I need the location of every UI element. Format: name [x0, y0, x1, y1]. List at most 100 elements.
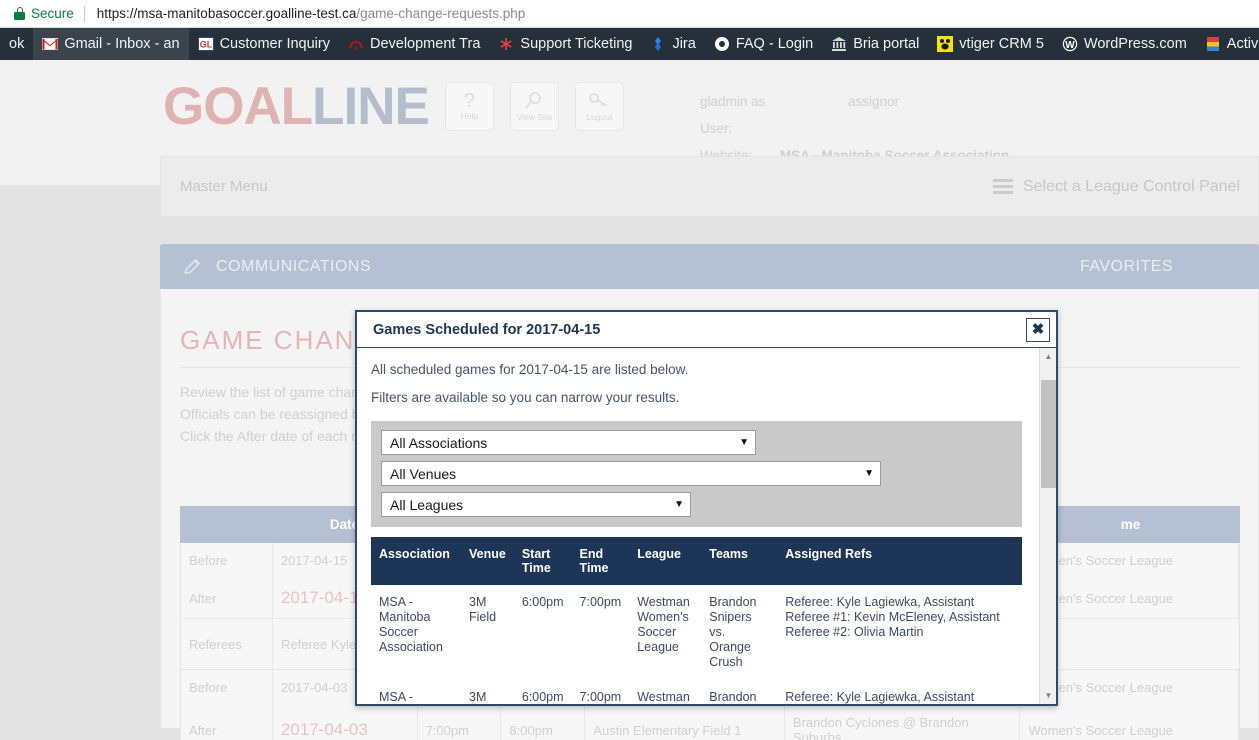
- bookmarks-bar: ok Gmail - Inbox - an GL Customer Inquir…: [0, 28, 1259, 60]
- cell-association: MSA - Manitoba Soccer: [379, 690, 414, 704]
- section-tab-bar: COMMUNICATIONS FAVORITES: [160, 244, 1259, 289]
- modal-body: All scheduled games for 2017-04-15 are l…: [357, 348, 1056, 704]
- url-text[interactable]: https://msa-manitobasoccer.goalline-test…: [97, 6, 525, 21]
- help-button[interactable]: ? Help: [444, 82, 494, 131]
- user-label: gladmin as User:: [700, 94, 766, 136]
- bookmark-development-tracker[interactable]: Development Tra: [339, 28, 489, 60]
- bookmark-gmail[interactable]: Gmail - Inbox - an: [33, 28, 189, 60]
- help-button-label: Help: [460, 111, 479, 121]
- close-icon[interactable]: ✖: [1026, 317, 1050, 342]
- venue-filter-value: All Venues: [390, 465, 457, 482]
- tab-communications[interactable]: COMMUNICATIONS: [160, 244, 393, 289]
- scroll-up-icon[interactable]: ▲: [1040, 348, 1056, 365]
- bookmark-support-ticketing[interactable]: Support Ticketing: [489, 28, 641, 60]
- bookmark-label: Bria portal: [853, 36, 920, 52]
- league-filter[interactable]: All Leagues ▼: [381, 492, 691, 517]
- gmail-icon: [42, 38, 59, 50]
- after-label: After: [181, 578, 273, 618]
- bookmark-wordpress[interactable]: W WordPress.com: [1053, 28, 1196, 60]
- jira-icon: [655, 37, 662, 51]
- table-row[interactable]: MSA - Manitoba Soccer Association 3M Fie…: [371, 585, 1022, 680]
- bookmark-label: Support Ticketing: [520, 36, 633, 52]
- logout-button-label: Logout: [586, 112, 613, 122]
- after-end: 8:00pm: [501, 705, 586, 740]
- league-filter-value: All Leagues: [390, 496, 464, 513]
- scrollbar-thumb[interactable]: [1041, 380, 1056, 488]
- before-label: Before: [181, 543, 273, 578]
- chevron-down-icon: ▼: [864, 468, 874, 479]
- association-filter-value: All Associations: [390, 434, 488, 451]
- filter-panel: All Associations ▼ All Venues ▼ All Leag…: [371, 421, 1022, 527]
- bookmark-label: Gmail - Inbox - an: [64, 36, 180, 52]
- bank-icon: [832, 37, 847, 51]
- page-viewport: GOALLINE ? Help View Site Logout gladmin…: [0, 60, 1259, 740]
- association-filter[interactable]: All Associations ▼: [381, 430, 756, 455]
- master-menu-bar: Master Menu Select a League Control Pane…: [160, 156, 1259, 216]
- bookmark-label: ok: [9, 36, 25, 52]
- scheduled-games-tbody: MSA - Manitoba Soccer Association 3M Fie…: [371, 585, 1022, 704]
- modal-title: Games Scheduled for 2017-04-15: [373, 321, 601, 338]
- th-end-time: End Time: [571, 537, 630, 585]
- browser-address-bar[interactable]: Secure https://msa-manitobasoccer.goalli…: [0, 0, 1259, 28]
- asterisk-icon: [500, 38, 513, 50]
- league-control-panel-selector[interactable]: Select a League Control Panel: [992, 178, 1240, 196]
- cell-end-time: 7:00pm: [579, 690, 622, 704]
- vtiger-icon: [937, 36, 954, 52]
- bookmark-label: WordPress.com: [1083, 36, 1187, 52]
- bookmark-faq-login[interactable]: FAQ - Login: [705, 28, 822, 60]
- after-teams: Brandon Cyclones @ Brandon Suburbs: [785, 705, 1021, 740]
- view-site-button[interactable]: View Site: [509, 82, 559, 131]
- cell-teams: Brandon Snipers vs.: [709, 690, 757, 704]
- table-row[interactable]: MSA - Manitoba Soccer 3M Field 6:00pm 7:…: [371, 680, 1022, 704]
- activity-icon: [1206, 37, 1219, 51]
- bookmark-activity-timeline[interactable]: ActivityTimeli: [1196, 28, 1259, 60]
- redmine-icon: [348, 41, 363, 50]
- th-league: League: [629, 537, 702, 585]
- view-site-button-label: View Site: [516, 112, 552, 122]
- chevron-down-icon: ▼: [739, 437, 749, 448]
- th-teams: Teams: [701, 537, 778, 585]
- site-logo-area: GOALLINE ? Help View Site Logout: [163, 80, 624, 133]
- after-venue: Austin Elementary Field 1: [585, 705, 785, 740]
- svg-text:GL: GL: [199, 40, 212, 50]
- url-domain: https://msa-manitobasoccer.goalline-test…: [96, 6, 357, 21]
- bookmark-customer-inquiry[interactable]: GL Customer Inquiry: [189, 28, 339, 60]
- cell-teams: Brandon Snipers vs. Orange Crush: [709, 595, 757, 669]
- tab-favorites[interactable]: FAVORITES: [1080, 258, 1173, 276]
- after-date[interactable]: 2017-04-03: [273, 705, 418, 740]
- bookmark-jira[interactable]: Jira: [641, 28, 704, 60]
- venue-filter[interactable]: All Venues ▼: [381, 461, 881, 486]
- address-divider: [83, 5, 85, 22]
- cell-assigned-refs: Referee: Kyle Lagiewka, Assistant Refere…: [785, 690, 975, 704]
- bookmark-bria-portal[interactable]: Bria portal: [822, 28, 928, 60]
- cell-end-time: 7:00pm: [579, 595, 622, 609]
- hamburger-icon: [992, 179, 1013, 194]
- modal-paragraph-1: All scheduled games for 2017-04-15 are l…: [371, 362, 689, 377]
- help-icon: ?: [463, 90, 475, 112]
- lock-icon: [14, 7, 25, 20]
- logout-button[interactable]: Logout: [574, 82, 624, 131]
- scroll-down-icon[interactable]: ▼: [1040, 687, 1056, 704]
- bookmark-vtiger-crm[interactable]: vtiger CRM 5: [928, 28, 1053, 60]
- logo-line-text: LINE: [312, 77, 430, 136]
- master-menu-label[interactable]: Master Menu: [180, 178, 268, 195]
- user-row: gladmin as User: assignor: [700, 88, 1009, 142]
- url-path: /game-change-requests.php: [356, 6, 526, 21]
- referees-label: Referees: [181, 619, 273, 669]
- svg-text:W: W: [1065, 40, 1075, 51]
- pencil-icon: [183, 258, 201, 274]
- after-league: Women's Soccer League: [1020, 705, 1240, 740]
- goalline-logo[interactable]: GOALLINE: [163, 77, 430, 136]
- cell-venue: 3M Field: [469, 690, 487, 704]
- magnifier-icon: [525, 92, 542, 109]
- before-label: Before: [181, 670, 273, 705]
- bookmark-facebook[interactable]: ok: [0, 28, 33, 60]
- modal-scroll-content: All scheduled games for 2017-04-15 are l…: [357, 348, 1038, 704]
- th-venue: Venue: [461, 537, 514, 585]
- cell-venue: 3M Field: [469, 595, 497, 624]
- goalline-gl-icon: GL: [197, 37, 214, 51]
- tab-communications-label: COMMUNICATIONS: [216, 257, 372, 275]
- security-label: Secure: [31, 6, 74, 21]
- user-value: assignor: [848, 94, 900, 109]
- modal-scrollbar[interactable]: ▲ ▼: [1039, 348, 1056, 704]
